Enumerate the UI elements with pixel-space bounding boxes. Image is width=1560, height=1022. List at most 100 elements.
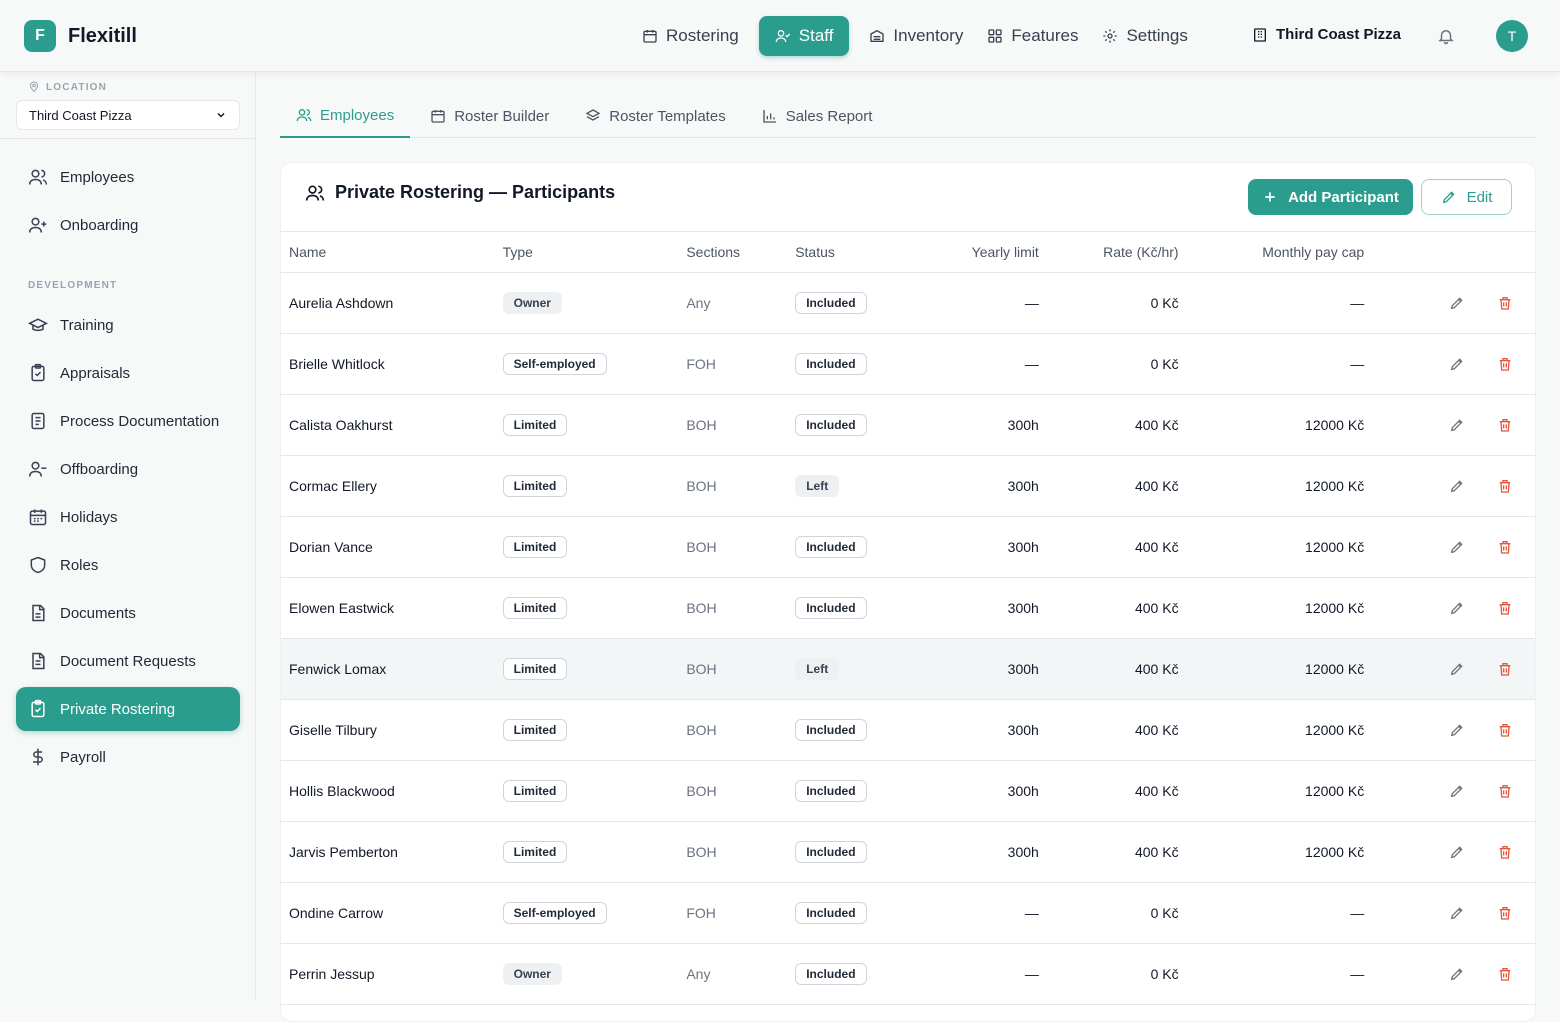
cell-sections: BOH bbox=[678, 699, 788, 761]
edit-row-icon[interactable] bbox=[1445, 962, 1469, 986]
cell-type: Limited bbox=[494, 760, 679, 822]
sidebar-item-process-documentation[interactable]: Process Documentation bbox=[16, 399, 240, 443]
nav-inventory[interactable]: Inventory bbox=[859, 16, 973, 56]
col-header-name[interactable]: Name bbox=[281, 232, 495, 273]
table-row[interactable]: Fenwick Lomax Limited BOH Left 300h 400 Kč 120… bbox=[281, 638, 1535, 700]
delete-row-icon[interactable] bbox=[1493, 535, 1517, 559]
location-select-value: Third Coast Pizza bbox=[29, 107, 132, 123]
col-header-rate[interactable]: Rate (Kč/hr) bbox=[1046, 232, 1187, 273]
edit-row-icon[interactable] bbox=[1445, 474, 1469, 498]
edit-row-icon[interactable] bbox=[1445, 291, 1469, 315]
tab-roster-templates[interactable]: Roster Templates bbox=[569, 94, 741, 138]
avatar[interactable]: T bbox=[1496, 20, 1528, 52]
edit-row-icon[interactable] bbox=[1445, 840, 1469, 864]
add-participant-button[interactable]: Add Participant bbox=[1248, 179, 1413, 215]
sidebar-item-onboarding[interactable]: Onboarding bbox=[16, 203, 240, 247]
delete-row-icon[interactable] bbox=[1493, 779, 1517, 803]
sidebar-item-appraisals[interactable]: Appraisals bbox=[16, 351, 240, 395]
sidebar-item-documents[interactable]: Documents bbox=[16, 591, 240, 635]
col-header-sections[interactable]: Sections bbox=[678, 232, 788, 273]
table-row[interactable]: Cormac Ellery Limited BOH Left 300h 400 Kč 120… bbox=[281, 455, 1535, 517]
sidebar-item-holidays[interactable]: Holidays bbox=[16, 495, 240, 539]
edit-row-icon[interactable] bbox=[1445, 718, 1469, 742]
table-row[interactable]: Jarvis Pemberton Limited BOH Included 300h 40… bbox=[281, 821, 1535, 883]
status-badge: Included bbox=[795, 962, 867, 985]
edit-row-icon[interactable] bbox=[1445, 413, 1469, 437]
delete-row-icon[interactable] bbox=[1493, 901, 1517, 925]
delete-row-icon[interactable] bbox=[1493, 596, 1517, 620]
cell-name: Jarvis Pemberton bbox=[281, 821, 495, 883]
col-header-yearly-limit[interactable]: Yearly limit bbox=[897, 232, 1047, 273]
tab-sales-report[interactable]: Sales Report bbox=[746, 94, 889, 138]
delete-row-icon[interactable] bbox=[1493, 474, 1517, 498]
table-header-row: Name Type Sections Status Yearly limit R… bbox=[281, 232, 1535, 273]
cell-yearly-limit: 300h bbox=[897, 638, 1047, 700]
edit-row-icon[interactable] bbox=[1445, 535, 1469, 559]
cell-sections: BOH bbox=[678, 577, 788, 639]
delete-row-icon[interactable] bbox=[1493, 962, 1517, 986]
sidebar: LOCATION Third Coast Pizza Employees Onb… bbox=[0, 72, 256, 1000]
nav-settings[interactable]: Settings bbox=[1092, 16, 1197, 56]
table-row[interactable]: Dorian Vance Limited BOH Included 300h 400 Kč… bbox=[281, 516, 1535, 578]
cell-status: Included bbox=[787, 699, 898, 761]
col-header-type[interactable]: Type bbox=[494, 232, 679, 273]
delete-row-icon[interactable] bbox=[1493, 718, 1517, 742]
delete-row-icon[interactable] bbox=[1493, 291, 1517, 315]
nav-staff[interactable]: Staff bbox=[758, 16, 850, 56]
table-row[interactable]: Brielle Whitlock Self-employed FOH Included… bbox=[281, 333, 1535, 395]
table-row[interactable]: Aurelia Ashdown Owner Any Included —0 Kč — bbox=[281, 272, 1535, 334]
cell-status: Included bbox=[787, 821, 898, 883]
table-row[interactable]: Perrin Jessup Owner Any Included —0 Kč — bbox=[281, 943, 1535, 1005]
cell-rate: 400 Kč bbox=[1046, 516, 1187, 578]
location-select[interactable]: Third Coast Pizza bbox=[16, 100, 240, 130]
delete-row-icon[interactable] bbox=[1493, 352, 1517, 376]
col-header-monthly-cap[interactable]: Monthly pay cap bbox=[1186, 232, 1373, 273]
sidebar-item-offboarding[interactable]: Offboarding bbox=[16, 447, 240, 491]
table-row[interactable]: Giselle Tilbury Limited BOH Included 300h 400… bbox=[281, 699, 1535, 761]
cell-actions bbox=[1372, 272, 1535, 334]
sidebar-item-employees[interactable]: Employees bbox=[16, 155, 240, 199]
org-switcher[interactable]: Third Coast Pizza bbox=[1252, 26, 1401, 43]
table-row[interactable]: Calista Oakhurst Limited BOH Included 300h 40… bbox=[281, 394, 1535, 456]
nav-features[interactable]: Features bbox=[977, 16, 1088, 56]
nav-rostering[interactable]: Rostering bbox=[632, 16, 749, 56]
sidebar-item-training[interactable]: Training bbox=[16, 303, 240, 347]
sidebar-item-document-requests[interactable]: Document Requests bbox=[16, 639, 240, 683]
cell-type: Limited bbox=[494, 821, 679, 883]
type-badge: Limited bbox=[502, 779, 568, 802]
tab-label: Sales Report bbox=[785, 107, 873, 125]
cell-status: Included bbox=[787, 760, 898, 822]
grid-icon bbox=[988, 29, 1003, 43]
tab-label: Roster Templates bbox=[609, 107, 726, 125]
table-row[interactable]: Elowen Eastwick Limited BOH Included 300h 400… bbox=[281, 577, 1535, 639]
tab-employees[interactable]: Employees bbox=[280, 94, 411, 138]
cell-sections: Any bbox=[678, 272, 788, 334]
sidebar-item-private-rostering[interactable]: Private Rostering bbox=[16, 687, 240, 731]
tab-roster-builder[interactable]: Roster Builder bbox=[414, 94, 565, 138]
cell-yearly-limit: 300h bbox=[897, 760, 1047, 822]
edit-row-icon[interactable] bbox=[1445, 657, 1469, 681]
delete-row-icon[interactable] bbox=[1493, 413, 1517, 437]
brand[interactable]: F Flexitill bbox=[24, 20, 137, 52]
cell-rate: 400 Kč bbox=[1046, 577, 1187, 639]
edit-row-icon[interactable] bbox=[1445, 779, 1469, 803]
status-badge: Included bbox=[795, 352, 867, 375]
pencil-icon bbox=[1442, 191, 1455, 204]
edit-row-icon[interactable] bbox=[1445, 596, 1469, 620]
cell-status: Left bbox=[787, 638, 898, 700]
delete-row-icon[interactable] bbox=[1493, 657, 1517, 681]
sidebar-item-roles[interactable]: Roles bbox=[16, 543, 240, 587]
sidebar-item-payroll[interactable]: Payroll bbox=[16, 735, 240, 779]
col-header-status[interactable]: Status bbox=[787, 232, 898, 273]
edit-row-icon[interactable] bbox=[1445, 352, 1469, 376]
cell-sections: FOH bbox=[678, 333, 788, 395]
delete-row-icon[interactable] bbox=[1493, 840, 1517, 864]
table-row[interactable]: Ondine Carrow Self-employed FOH Included —0 … bbox=[281, 882, 1535, 944]
brand-logo: F bbox=[24, 20, 56, 52]
cell-monthly-cap: — bbox=[1186, 333, 1373, 395]
nav-features-label: Features bbox=[1011, 26, 1079, 45]
edit-button[interactable]: Edit bbox=[1421, 179, 1512, 215]
bell-icon[interactable] bbox=[1437, 27, 1455, 45]
table-row[interactable]: Hollis Blackwood Limited BOH Included 300h 40… bbox=[281, 760, 1535, 822]
edit-row-icon[interactable] bbox=[1445, 901, 1469, 925]
